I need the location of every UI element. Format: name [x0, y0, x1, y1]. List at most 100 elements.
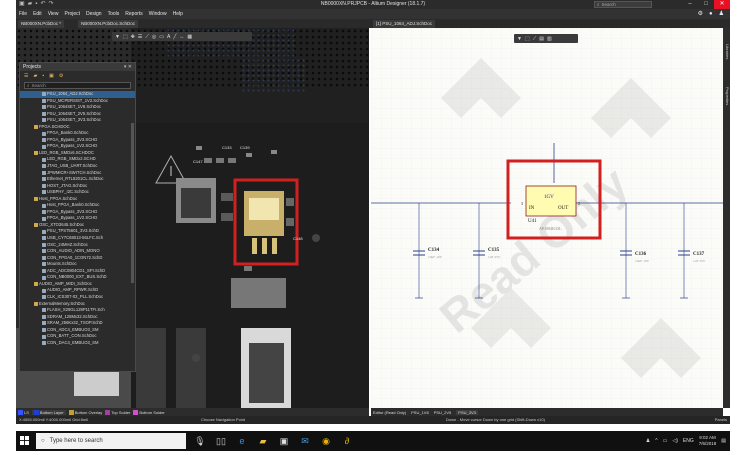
- c134-designator: C134: [428, 248, 440, 253]
- undo-icon[interactable]: ↶: [40, 0, 45, 9]
- line-icon[interactable]: ╱: [173, 34, 176, 40]
- volume-icon[interactable]: ◁): [672, 438, 678, 444]
- menu-project[interactable]: Project: [64, 11, 80, 17]
- schematic-doc-icon: [42, 190, 46, 195]
- close-button[interactable]: ✕: [714, 0, 730, 9]
- c136-value: 10uF 10V: [635, 259, 650, 263]
- workspace-icon[interactable]: ☰: [24, 73, 28, 79]
- gear-icon[interactable]: ⚙: [698, 9, 703, 19]
- schematic-doc-icon: [42, 203, 46, 208]
- polygon-icon[interactable]: ▭: [159, 34, 164, 40]
- task-view-icon[interactable]: ▯▯: [214, 433, 228, 449]
- windows-start-icon[interactable]: [20, 436, 29, 445]
- schematic-doc-icon: [42, 170, 46, 175]
- tree-item[interactable]: CON_DAC4_EMBUO3_SM: [20, 340, 135, 347]
- taskbar-search-placeholder: Type here to search: [49, 438, 103, 444]
- menu-design[interactable]: Design: [86, 11, 102, 17]
- menu-help[interactable]: Help: [173, 11, 183, 17]
- dimension-icon[interactable]: ↔: [179, 34, 184, 40]
- user-icon[interactable]: ♟: [646, 438, 650, 444]
- user-icon[interactable]: ♟: [719, 9, 724, 19]
- menu-file[interactable]: File: [19, 11, 27, 17]
- right-dock-panel: Libraries Properties: [723, 28, 730, 408]
- projects-search-input[interactable]: ⌕ Search: [24, 82, 131, 89]
- c137-value: 1uF 25V: [693, 259, 706, 263]
- schematic-editor-view[interactable]: Read Only 1GV IN OUT 3 2 U41 AP1084K33L: [371, 28, 723, 408]
- align-icon[interactable]: ☰: [138, 34, 142, 40]
- compile-icon[interactable]: ▣: [49, 73, 54, 79]
- layer-top-solder[interactable]: Top Solder: [105, 409, 130, 415]
- layer-bottom-layer[interactable]: Bottom Layer: [31, 409, 66, 415]
- projects-scrollbar[interactable]: [131, 123, 134, 283]
- schematic-doc-icon: [42, 242, 46, 247]
- notification-icon[interactable]: ●: [709, 9, 713, 19]
- text-icon[interactable]: A: [167, 34, 170, 40]
- menu-view[interactable]: View: [48, 11, 59, 17]
- action-center-icon[interactable]: ▤: [721, 438, 726, 444]
- tab-pcb-doc[interactable]: NB000XN.PcbDoc *: [18, 20, 65, 28]
- altium-icon[interactable]: ∂: [340, 433, 354, 449]
- schematic-doc-icon: [42, 327, 46, 332]
- schematic-doc-icon: [42, 275, 46, 280]
- minimize-button[interactable]: –: [682, 0, 698, 9]
- settings-icon[interactable]: ⚙: [59, 73, 63, 79]
- schematic-doc-icon: [42, 255, 46, 260]
- sheet-tab-psu-1v8[interactable]: PSU_1V8: [411, 410, 429, 415]
- bus-icon[interactable]: ▤: [539, 36, 544, 42]
- wire-icon[interactable]: ⟋: [533, 36, 537, 42]
- clock[interactable]: 9:02 AM 7/6/2018: [699, 435, 717, 447]
- editor-mode-label: Editor (Read Only): [373, 409, 407, 415]
- system-tray: ♟ ^ ▭ ◁) ENG 9:02 AM 7/6/2018 ▤: [646, 433, 726, 449]
- edge-browser-icon[interactable]: e: [235, 433, 249, 449]
- redo-icon[interactable]: ↷: [48, 0, 53, 9]
- layer-label: Bottom Layer: [39, 409, 64, 415]
- open-folder-icon[interactable]: ▰: [28, 0, 33, 9]
- component-icon[interactable]: ▦: [187, 34, 192, 40]
- taskbar-search-input[interactable]: ○ Type here to search: [36, 433, 186, 449]
- filter-icon[interactable]: ▼: [115, 34, 120, 40]
- layer-bottom-overlay[interactable]: Bottom Overlay: [68, 409, 102, 415]
- libraries-panel-tab[interactable]: Libraries: [723, 32, 730, 72]
- schematic-sheet-tabs: Editor (Read Only) PSU_1V8 PSU_2V5 PSU_3…: [371, 408, 723, 416]
- panels-button[interactable]: Panels: [715, 416, 727, 424]
- chrome-icon[interactable]: ◉: [319, 433, 333, 449]
- part-icon[interactable]: ▥: [547, 36, 552, 42]
- tab-pcb-schdoc[interactable]: NB000XN.PcbDoc.SchDoc: [78, 20, 139, 28]
- mail-icon[interactable]: ✉: [298, 433, 312, 449]
- properties-panel-tab[interactable]: Properties: [723, 76, 730, 116]
- layer-ls[interactable]: LS: [18, 409, 29, 415]
- store-icon[interactable]: ▣: [277, 433, 291, 449]
- new-file-icon[interactable]: ▣: [19, 0, 25, 9]
- schematic-doc-icon: [42, 164, 46, 169]
- menu-window[interactable]: Window: [149, 11, 167, 17]
- select-icon[interactable]: ⬚: [525, 36, 530, 42]
- global-search-input[interactable]: ⌕ Search: [594, 1, 652, 8]
- route-icon[interactable]: ⟋: [145, 34, 149, 40]
- via-icon[interactable]: ◎: [152, 34, 156, 40]
- menu-tools[interactable]: Tools: [108, 11, 120, 17]
- sheet-tab-psu-3v3[interactable]: PSU_3V3: [456, 409, 478, 415]
- save-icon[interactable]: ▪: [35, 0, 37, 9]
- language-icon[interactable]: ENG: [683, 438, 694, 444]
- file-explorer-icon[interactable]: ▰: [256, 433, 270, 449]
- filter-icon[interactable]: ▼: [517, 36, 522, 42]
- schematic-doc-icon: [42, 105, 46, 110]
- select-icon[interactable]: ⬚: [123, 34, 128, 40]
- sheet-tab-psu-2v5[interactable]: PSU_2V5: [434, 410, 452, 415]
- save-project-icon[interactable]: ▪: [42, 73, 44, 79]
- menu-edit[interactable]: Edit: [33, 11, 42, 17]
- maximize-button[interactable]: □: [698, 0, 714, 9]
- menu-reports[interactable]: Reports: [125, 11, 143, 17]
- layer-bottom-solder[interactable]: Bottom Solder: [133, 409, 165, 415]
- network-icon[interactable]: ▭: [663, 438, 668, 444]
- schematic-doc-icon: [42, 334, 46, 339]
- pcb-active-bar: ▼ ⬚ ✥ ☰ ⟋ ◎ ▭ A ╱ ↔ ▦: [112, 32, 252, 41]
- schematic-doc-icon: [42, 229, 46, 234]
- move-icon[interactable]: ✥: [131, 34, 135, 40]
- open-project-icon[interactable]: ▰: [33, 73, 37, 79]
- chevron-up-icon[interactable]: ^: [655, 438, 657, 444]
- tab-schematic-doc[interactable]: [1] PSU_1064_ADJ.SchDoc: [373, 20, 436, 28]
- projects-panel-title: Projects: [23, 64, 42, 70]
- close-icon[interactable]: ▾ ✕: [124, 63, 132, 71]
- microphone-icon[interactable]: 🎙: [193, 433, 207, 449]
